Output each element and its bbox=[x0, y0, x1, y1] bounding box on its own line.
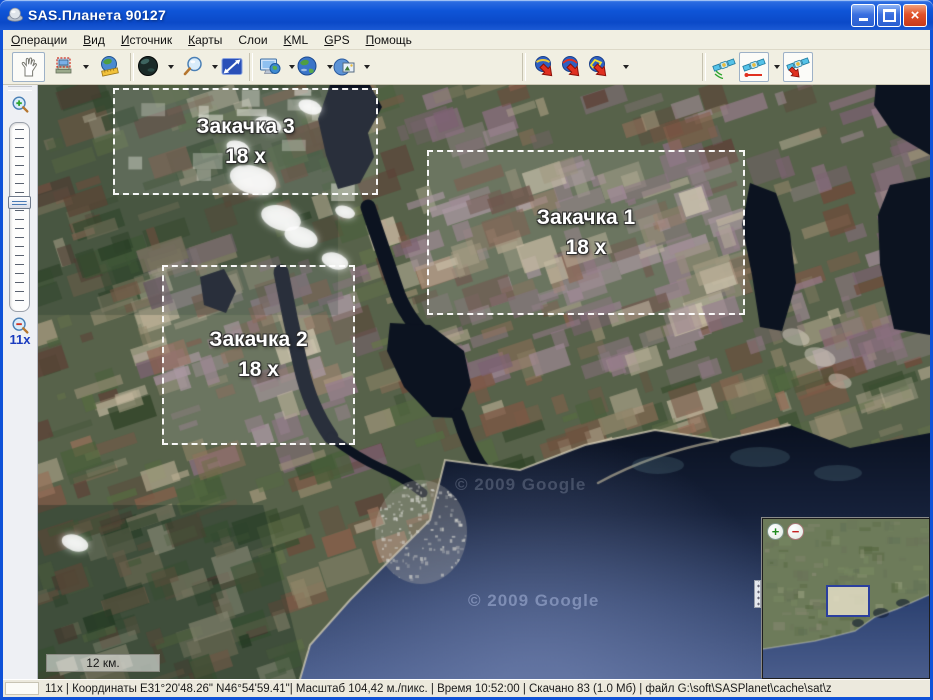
fullscreen-dropdown[interactable] bbox=[164, 52, 177, 82]
chevron-down-icon bbox=[83, 65, 89, 69]
chevron-down-icon bbox=[168, 65, 174, 69]
minimap-zoom-in-button[interactable]: + bbox=[767, 523, 784, 540]
menu-item-view[interactable]: Вид bbox=[75, 31, 113, 49]
selection-region-1: Закачка 1 18 x bbox=[427, 150, 745, 315]
zoom-slider-thumb[interactable] bbox=[8, 196, 31, 209]
menubar: Операции Вид Источник Карты Слои KML GPS… bbox=[3, 30, 930, 50]
gps-track-button[interactable] bbox=[739, 52, 769, 82]
maximize-icon bbox=[883, 9, 896, 22]
toolbar-separator bbox=[702, 53, 706, 81]
zoom-slider-ticks bbox=[15, 129, 24, 305]
menu-item-gps[interactable]: GPS bbox=[316, 31, 357, 49]
menu-item-source[interactable]: Источник bbox=[113, 31, 180, 49]
selection-region-3: Закачка 3 18 x bbox=[113, 88, 378, 195]
close-icon: × bbox=[911, 8, 920, 23]
selection-manager-icon bbox=[52, 55, 76, 79]
minimize-icon bbox=[859, 18, 868, 21]
menu-item-help[interactable]: Помощь bbox=[358, 31, 420, 49]
satellite-map-button[interactable] bbox=[293, 52, 323, 82]
window-border bbox=[0, 30, 3, 700]
selection-zoom: 18 x bbox=[225, 142, 266, 172]
toolbar-separator bbox=[522, 53, 526, 81]
window-title: SAS.Планета 90127 bbox=[28, 7, 166, 23]
pan-button[interactable] bbox=[12, 52, 45, 82]
app-icon bbox=[6, 6, 24, 24]
fullscreen-icon bbox=[137, 55, 161, 79]
gps-dropdown[interactable] bbox=[770, 52, 783, 82]
selection-title: Закачка 3 bbox=[196, 112, 294, 142]
minimap-zoom-out-button[interactable]: − bbox=[787, 523, 804, 540]
hand-icon bbox=[17, 55, 41, 79]
zoom-box-icon bbox=[181, 55, 205, 79]
chevron-down-icon bbox=[774, 65, 780, 69]
map-watermark: © 2009 Google bbox=[455, 475, 586, 495]
selection-title: Закачка 2 bbox=[209, 325, 307, 355]
fullscreen-button[interactable] bbox=[134, 52, 164, 82]
gps-marker-button[interactable] bbox=[783, 52, 813, 82]
map-view[interactable]: Закачка 3 18 x Закачка 1 18 x Закачка 2 … bbox=[38, 85, 930, 679]
fit-screen-button[interactable] bbox=[215, 52, 248, 82]
fit-screen-icon bbox=[220, 55, 244, 79]
toolbar bbox=[3, 50, 930, 85]
gps-connect-button[interactable] bbox=[709, 52, 739, 82]
minimize-button[interactable] bbox=[851, 4, 875, 27]
selection-zoom: 18 x bbox=[238, 355, 279, 385]
menu-item-operations[interactable]: Операции bbox=[3, 31, 75, 49]
selection-manager-dropdown[interactable] bbox=[79, 52, 92, 82]
selection-title: Закачка 1 bbox=[537, 203, 635, 233]
menu-item-maps[interactable]: Карты bbox=[180, 31, 230, 49]
download-selection-button[interactable] bbox=[530, 52, 560, 82]
measure-button[interactable] bbox=[95, 52, 125, 82]
menu-item-kml[interactable]: KML bbox=[276, 31, 317, 49]
zoom-slider[interactable] bbox=[9, 122, 30, 312]
map-watermark: © 2009 Google bbox=[468, 591, 599, 611]
zoom-box-button[interactable] bbox=[178, 52, 208, 82]
chevron-down-icon bbox=[623, 65, 629, 69]
download-dropdown[interactable] bbox=[618, 52, 634, 82]
download-polygon-button[interactable] bbox=[584, 52, 614, 82]
statusbar-panel bbox=[5, 682, 39, 695]
maximize-button[interactable] bbox=[877, 4, 901, 27]
statusbar: 11x | Координаты E31°20'48.26" N46°54'59… bbox=[3, 679, 930, 697]
download-selection-icon bbox=[533, 55, 557, 79]
satellite-map-icon bbox=[296, 55, 320, 79]
statusbar-text: 11x | Координаты E31°20'48.26" N46°54'59… bbox=[45, 683, 930, 695]
zoom-out-icon: − bbox=[792, 525, 800, 538]
layers-map-icon bbox=[333, 55, 357, 79]
map-source-icon bbox=[258, 55, 282, 79]
scale-bar: 12 км. bbox=[46, 654, 160, 672]
measure-icon bbox=[98, 55, 122, 79]
app-window: SAS.Планета 90127 × Операции Вид Источни… bbox=[0, 0, 933, 700]
menu-item-layers[interactable]: Слои bbox=[230, 31, 275, 49]
selection-region-2: Закачка 2 18 x bbox=[162, 265, 355, 445]
zoom-in-button[interactable] bbox=[8, 93, 32, 117]
download-path-button[interactable] bbox=[557, 52, 587, 82]
gps-marker-icon bbox=[786, 55, 810, 79]
selection-manager-button[interactable] bbox=[49, 52, 79, 82]
zoom-in-icon: + bbox=[772, 525, 780, 538]
zoom-sidebar: 11x bbox=[3, 85, 38, 679]
close-button[interactable]: × bbox=[903, 4, 927, 27]
gps-connect-icon bbox=[712, 55, 736, 79]
toolbar-separator bbox=[249, 53, 253, 81]
sidebar-groove bbox=[8, 86, 32, 91]
download-polygon-icon bbox=[587, 55, 611, 79]
map-source-button[interactable] bbox=[255, 52, 285, 82]
minimap-drag-handle[interactable] bbox=[754, 580, 761, 608]
zoom-in-icon bbox=[9, 94, 31, 116]
zoom-level-label: 11x bbox=[3, 332, 37, 347]
download-path-icon bbox=[560, 55, 584, 79]
minimap-viewport[interactable] bbox=[826, 585, 870, 617]
selection-zoom: 18 x bbox=[566, 233, 607, 263]
minimap: + − bbox=[762, 518, 930, 679]
layers-button[interactable] bbox=[330, 52, 360, 82]
titlebar[interactable]: SAS.Планета 90127 × bbox=[0, 0, 933, 30]
chevron-down-icon bbox=[364, 65, 370, 69]
layers-dropdown[interactable] bbox=[360, 52, 373, 82]
gps-track-icon bbox=[742, 55, 766, 79]
